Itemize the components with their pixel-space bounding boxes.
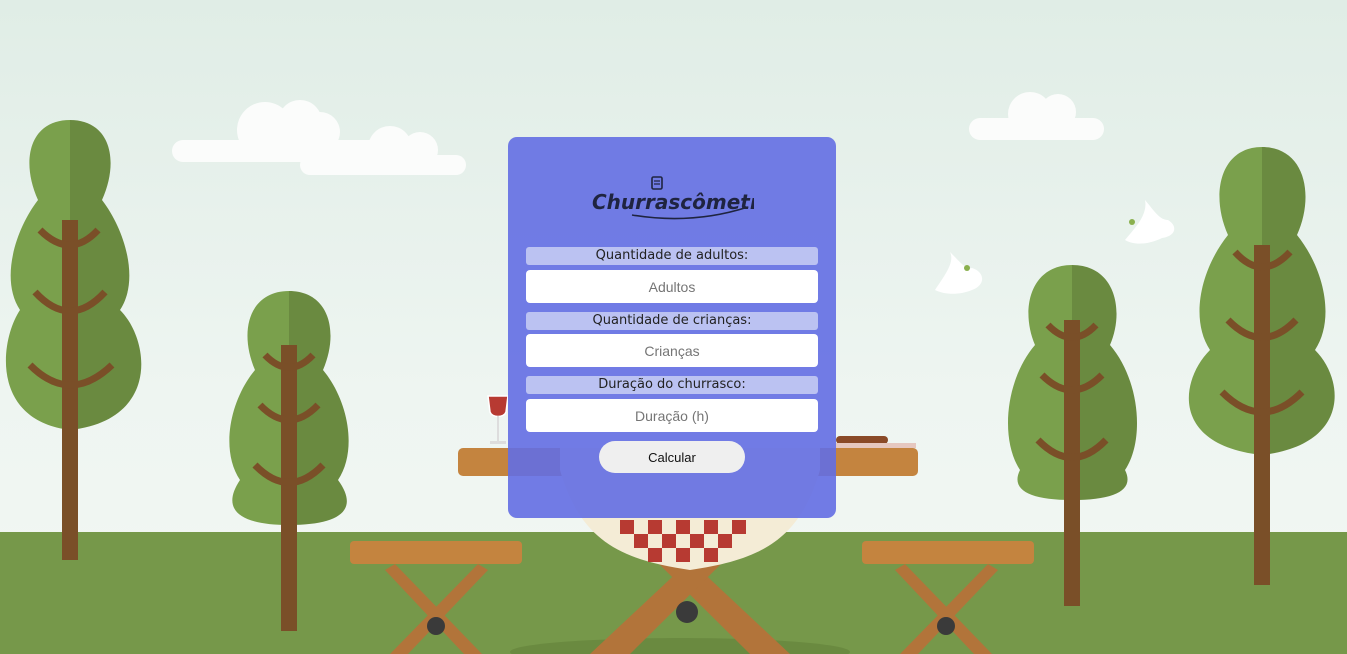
calculator-card: Churrascômetro Quantidade de adultos: Qu… — [508, 137, 836, 518]
adults-label: Quantidade de adultos: — [526, 247, 818, 265]
adults-input[interactable] — [526, 270, 818, 303]
children-input[interactable] — [526, 334, 818, 367]
tree-icon — [1188, 147, 1335, 585]
svg-text:Churrascômetro: Churrascômetro — [592, 190, 754, 214]
logo: Churrascômetro — [592, 176, 754, 220]
duration-label: Duração do churrasco: — [526, 376, 818, 394]
cloud-icon — [172, 100, 466, 175]
grill-icon — [836, 436, 916, 448]
tree-icon — [5, 120, 142, 560]
duration-input[interactable] — [526, 399, 818, 432]
cloud-icon — [969, 92, 1104, 140]
calculator-icon — [651, 176, 663, 190]
dove-icon — [1125, 200, 1175, 244]
calculate-button[interactable]: Calcular — [599, 441, 745, 473]
children-label: Quantidade de crianças: — [526, 312, 818, 330]
wine-glass-icon — [487, 395, 509, 444]
dove-icon — [935, 252, 983, 294]
